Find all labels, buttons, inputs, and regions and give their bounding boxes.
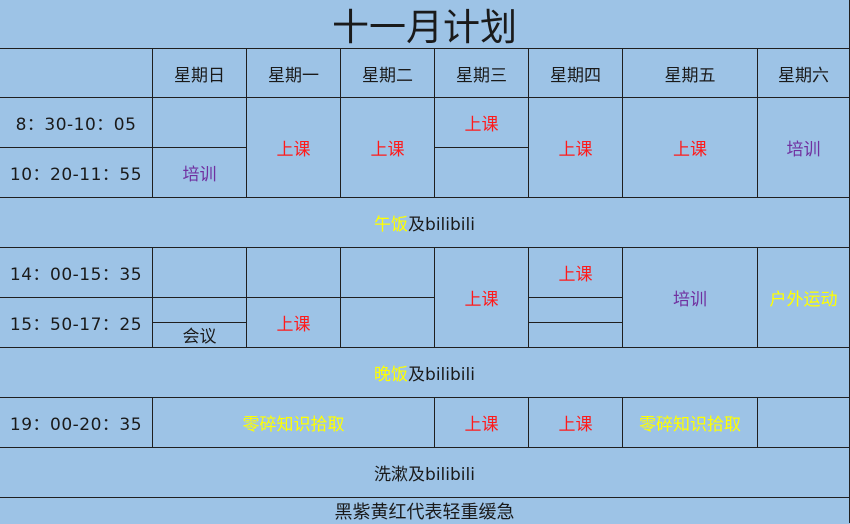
sunday-slot-4-meeting: 会议 xyxy=(153,323,247,348)
header-thursday: 星期四 xyxy=(529,49,623,98)
sunday-slot-3 xyxy=(153,248,247,298)
thursday-morning-class: 上课 xyxy=(529,98,623,198)
tuesday-slot-3 xyxy=(341,248,435,298)
time-slot-5: 19：00-20：35 xyxy=(0,398,153,448)
time-slot-4: 15：50-17：25 xyxy=(0,298,153,348)
header-friday: 星期五 xyxy=(623,49,758,98)
friday-afternoon-training: 培训 xyxy=(623,248,758,348)
time-slot-3: 14：00-15：35 xyxy=(0,248,153,298)
lunch-break-row: 午饭 及bilibili xyxy=(0,198,850,248)
dinner-break-row: 晚饭 及bilibili xyxy=(0,348,850,398)
lunch-bilibili-label: 及bilibili xyxy=(408,215,475,235)
sunday-slot-4a xyxy=(153,298,247,323)
time-slot-2: 10：20-11：55 xyxy=(0,148,153,198)
wednesday-slot-2 xyxy=(435,148,529,198)
thursday-evening-class: 上课 xyxy=(529,398,623,448)
header-sunday: 星期日 xyxy=(153,49,247,98)
header-corner xyxy=(0,49,153,98)
dinner-bilibili-label: 及bilibili xyxy=(408,365,475,385)
sunday-slot-1 xyxy=(153,98,247,148)
thursday-slot-4b xyxy=(529,323,623,348)
monday-slot-4-class: 上课 xyxy=(247,298,341,348)
header-wednesday: 星期三 xyxy=(435,49,529,98)
thursday-slot-3-class: 上课 xyxy=(529,248,623,298)
lunch-label: 午饭 xyxy=(374,215,409,235)
dinner-label: 晚饭 xyxy=(374,365,409,385)
priority-legend: 黑紫黄红代表轻重缓急 xyxy=(0,498,850,523)
monday-slot-3 xyxy=(247,248,341,298)
header-saturday: 星期六 xyxy=(758,49,850,98)
saturday-evening xyxy=(758,398,850,448)
sunday-tuesday-evening-fragments: 零碎知识拾取 xyxy=(153,398,435,448)
monday-morning-class: 上课 xyxy=(247,98,341,198)
sunday-slot-2-training: 培训 xyxy=(153,148,247,198)
wednesday-slot-1-class: 上课 xyxy=(435,98,529,148)
saturday-morning-training: 培训 xyxy=(758,98,850,198)
header-monday: 星期一 xyxy=(247,49,341,98)
tuesday-morning-class: 上课 xyxy=(341,98,435,198)
time-slot-1: 8：30-10：05 xyxy=(0,98,153,148)
saturday-afternoon-outdoor: 户外运动 xyxy=(758,248,850,348)
friday-morning-class: 上课 xyxy=(623,98,758,198)
tuesday-slot-4 xyxy=(341,298,435,348)
wednesday-evening-class: 上课 xyxy=(435,398,529,448)
header-tuesday: 星期二 xyxy=(341,49,435,98)
wednesday-afternoon-class: 上课 xyxy=(435,248,529,348)
page-title: 十一月计划 xyxy=(0,0,850,49)
friday-evening-fragments: 零碎知识拾取 xyxy=(623,398,758,448)
thursday-slot-4a xyxy=(529,298,623,323)
schedule-sheet: 十一月计划 星期日 星期一 星期二 星期三 星期四 星期五 星期六 8：30-1… xyxy=(0,0,850,523)
wash-row: 洗漱及bilibili xyxy=(0,448,850,498)
